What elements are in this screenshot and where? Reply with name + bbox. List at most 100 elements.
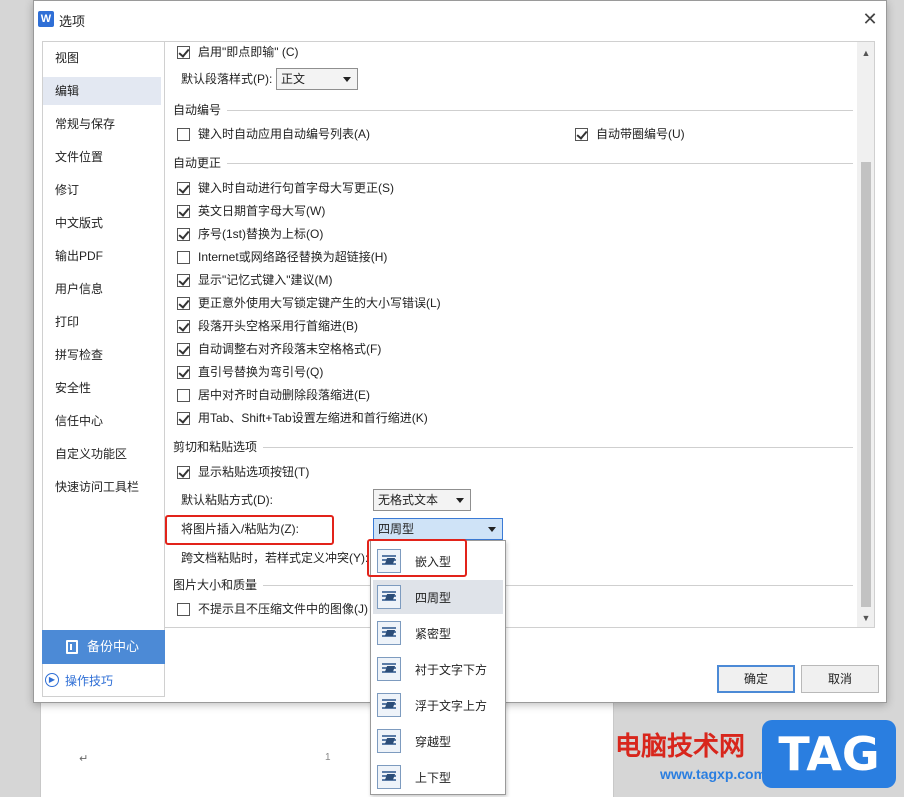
vertical-scrollbar[interactable]: ▲ ▼ [857, 42, 874, 627]
backup-icon [66, 640, 78, 654]
auto-circle-number-label: 自动带圈编号(U) [596, 127, 685, 141]
no-compress-images-label: 不提示且不压缩文件中的图像(J) [198, 602, 368, 616]
sidebar-item-general-save[interactable]: 常规与保存 [43, 110, 161, 138]
apply-auto-list-checkbox[interactable] [177, 128, 190, 141]
dialog-titlebar: W 选项 ✕ [34, 1, 886, 37]
section-divider [263, 585, 853, 586]
autocorrect-label: 用Tab、Shift+Tab设置左缩进和首行缩进(K) [198, 411, 428, 425]
autocorrect-label: 段落开头空格采用行首缩进(B) [198, 319, 358, 333]
no-compress-images-checkbox[interactable] [177, 603, 190, 616]
sidebar-item-user-info[interactable]: 用户信息 [43, 275, 161, 303]
sidebar-item-print[interactable]: 打印 [43, 308, 161, 336]
autocorrect-checkbox[interactable] [177, 320, 190, 333]
autocorrect-checkbox[interactable] [177, 343, 190, 356]
wrap-option-tight[interactable]: 紧密型 [373, 616, 503, 650]
autocorrect-label: 显示"记忆式键入"建议(M) [198, 273, 333, 287]
backup-center-label: 备份中心 [87, 639, 140, 654]
default-paste-value: 无格式文本 [378, 493, 439, 507]
instant-input-label: 启用"即点即输" (C) [198, 45, 299, 59]
insert-image-as-select[interactable]: 四周型 [373, 518, 503, 540]
chevron-down-icon [488, 527, 496, 532]
wrap-through-icon [377, 729, 401, 753]
autocorrect-checkbox[interactable] [177, 274, 190, 287]
default-para-style-value: 正文 [281, 72, 306, 86]
autocorrect-label: Internet或网络路径替换为超链接(H) [198, 250, 388, 264]
wrap-tight-icon [377, 621, 401, 645]
autocorrect-label: 自动调整右对齐段落末空格格式(F) [198, 342, 382, 356]
instant-input-checkbox[interactable] [177, 46, 190, 59]
wrap-option-label: 穿越型 [415, 735, 452, 749]
auto-circle-number-checkbox[interactable] [575, 128, 588, 141]
wrap-option-label: 衬于文字下方 [415, 663, 488, 677]
sidebar-item-revision[interactable]: 修订 [43, 176, 161, 204]
section-divider [263, 447, 853, 448]
section-divider [227, 110, 853, 111]
apply-auto-list-label: 键入时自动应用自动编号列表(A) [198, 127, 370, 141]
scroll-up-icon[interactable]: ▲ [857, 44, 874, 62]
cancel-button[interactable]: 取消 [801, 665, 879, 693]
autocorrect-checkbox[interactable] [177, 251, 190, 264]
show-paste-button-label: 显示粘贴选项按钮(T) [198, 465, 310, 479]
sidebar-item-export-pdf[interactable]: 输出PDF [43, 242, 161, 270]
wrap-option-through[interactable]: 穿越型 [373, 724, 503, 758]
wrap-style-dropdown: 嵌入型 四周型 紧密型 衬于文字下方 浮于文字上方 穿越型 上下型 [370, 540, 506, 795]
scroll-down-icon[interactable]: ▼ [857, 609, 874, 627]
sidebar-item-edit[interactable]: 编辑 [43, 77, 161, 105]
default-paste-label: 默认粘贴方式(D): [181, 493, 273, 507]
wrap-option-top-bottom[interactable]: 上下型 [373, 760, 503, 794]
watermark-logo: TAG [762, 720, 896, 788]
show-paste-button-checkbox[interactable] [177, 466, 190, 479]
document-page: ↵ 1 [40, 700, 614, 797]
insert-image-as-value: 四周型 [378, 522, 415, 536]
close-button[interactable]: ✕ [860, 9, 880, 29]
autocorrect-label: 更正意外使用大写锁定键产生的大小写错误(L) [198, 296, 441, 310]
wrap-option-label: 浮于文字上方 [415, 699, 488, 713]
wrap-option-in-front[interactable]: 浮于文字上方 [373, 688, 503, 722]
chevron-down-icon [456, 498, 464, 503]
highlight-insert-image-label [165, 515, 334, 545]
play-circle-icon: ▶ [45, 673, 59, 687]
dialog-title: 选项 [59, 14, 86, 29]
default-paste-select[interactable]: 无格式文本 [373, 489, 471, 511]
auto-number-heading: 自动编号 [173, 103, 222, 117]
wps-logo-icon: W [38, 11, 54, 27]
watermark-url: www.tagxp.com [660, 766, 767, 782]
autocorrect-checkbox[interactable] [177, 182, 190, 195]
wrap-square-icon [377, 585, 401, 609]
cross-doc-paste-label: 跨文档粘贴时，若样式定义冲突(Y): [181, 551, 369, 565]
autocorrect-label: 键入时自动进行句首字母大写更正(S) [198, 181, 394, 195]
auto-correct-heading: 自动更正 [173, 156, 222, 170]
sidebar-item-quick-access-toolbar[interactable]: 快速访问工具栏 [43, 473, 161, 501]
wrap-option-label: 紧密型 [415, 627, 452, 641]
autocorrect-label: 英文日期首字母大写(W) [198, 204, 326, 218]
autocorrect-checkbox[interactable] [177, 297, 190, 310]
sidebar-item-chinese-layout[interactable]: 中文版式 [43, 209, 161, 237]
sidebar-item-spelling[interactable]: 拼写检查 [43, 341, 161, 369]
autocorrect-checkbox[interactable] [177, 228, 190, 241]
autocorrect-checkbox[interactable] [177, 366, 190, 379]
sidebar-item-security[interactable]: 安全性 [43, 374, 161, 402]
sidebar-item-trust-center[interactable]: 信任中心 [43, 407, 161, 435]
autocorrect-checkbox[interactable] [177, 389, 190, 402]
section-divider [227, 163, 853, 164]
ok-button[interactable]: 确定 [717, 665, 795, 693]
default-para-style-select[interactable]: 正文 [276, 68, 358, 90]
autocorrect-checkbox[interactable] [177, 412, 190, 425]
sidebar-item-view[interactable]: 视图 [43, 44, 161, 72]
wrap-option-square[interactable]: 四周型 [373, 580, 503, 614]
autocorrect-label: 序号(1st)替换为上标(O) [198, 227, 324, 241]
autocorrect-label: 直引号替换为弯引号(Q) [198, 365, 324, 379]
autocorrect-checkbox[interactable] [177, 205, 190, 218]
wrap-behind-text-icon [377, 657, 401, 681]
wrap-option-behind-text[interactable]: 衬于文字下方 [373, 652, 503, 686]
scrollbar-thumb[interactable] [861, 162, 871, 607]
wrap-in-front-icon [377, 693, 401, 717]
sidebar-item-customize-ribbon[interactable]: 自定义功能区 [43, 440, 161, 468]
chevron-down-icon [343, 77, 351, 82]
backup-center-button[interactable]: 备份中心 [42, 630, 165, 664]
options-sidebar: 视图 编辑 常规与保存 文件位置 修订 中文版式 输出PDF 用户信息 打印 拼… [42, 41, 165, 697]
sidebar-item-file-location[interactable]: 文件位置 [43, 143, 161, 171]
wrap-option-label: 上下型 [415, 771, 452, 785]
highlight-inline-option [367, 539, 467, 577]
paragraph-mark: ↵ [79, 752, 89, 765]
